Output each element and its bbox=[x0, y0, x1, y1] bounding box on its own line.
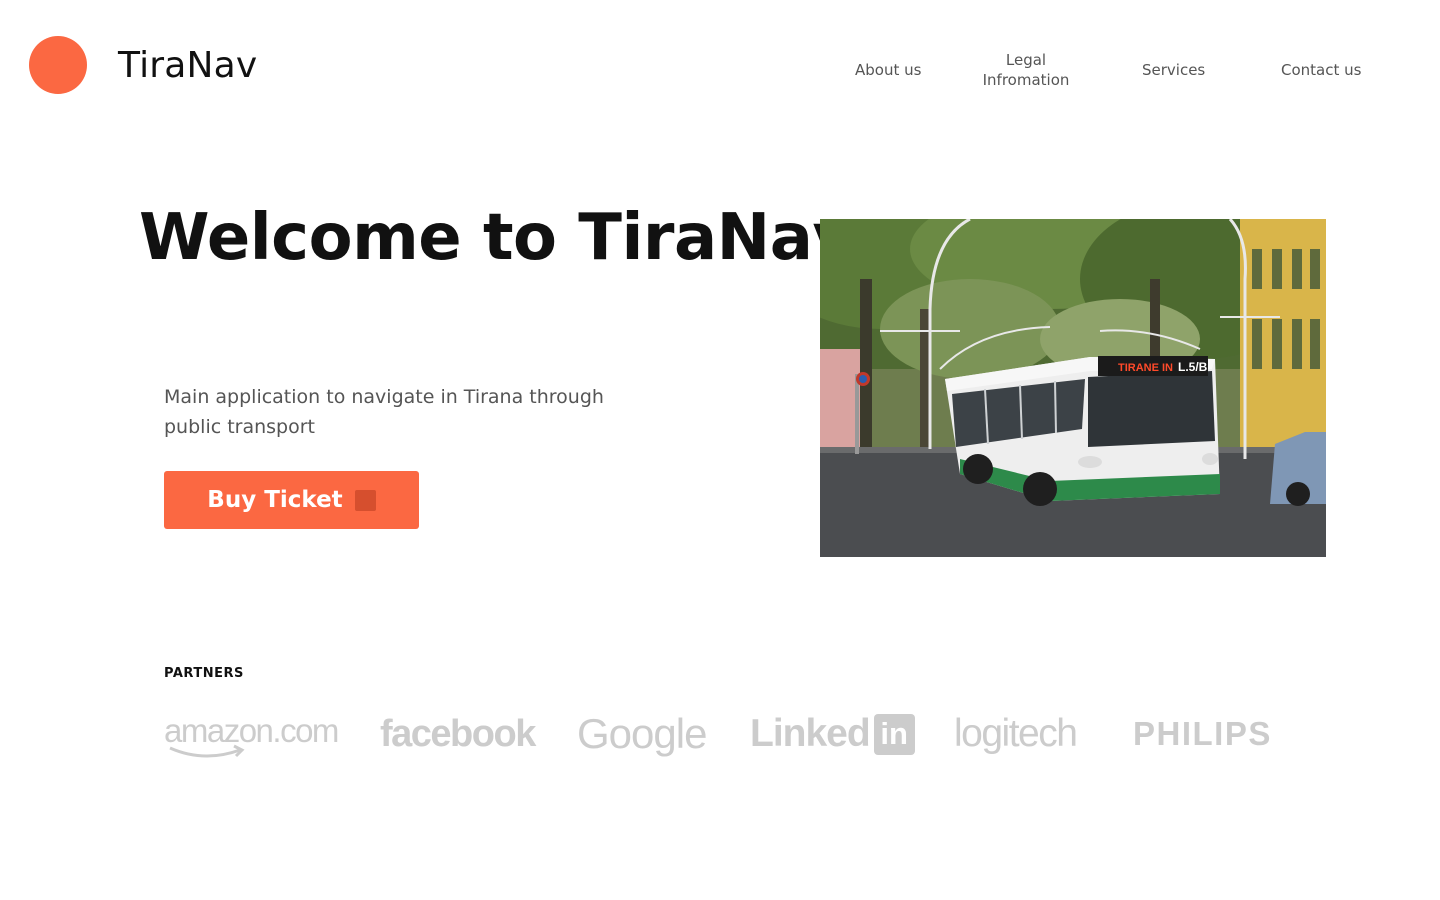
ticket-icon bbox=[354, 489, 376, 511]
nav-services[interactable]: Services bbox=[1142, 60, 1205, 80]
google-logo: Google bbox=[577, 710, 707, 757]
nav-about-us[interactable]: About us bbox=[855, 60, 921, 80]
partners-heading: PARTNERS bbox=[164, 666, 244, 681]
amazon-logo: amazon.com bbox=[164, 708, 340, 760]
buy-ticket-button[interactable]: Buy Ticket bbox=[164, 471, 419, 529]
hero-title: Welcome to TiraNav bbox=[139, 201, 854, 275]
facebook-logo: facebook bbox=[380, 712, 536, 755]
linkedin-logo: Linked in bbox=[750, 708, 915, 760]
bus-destination-sign: TIRANE IN bbox=[1118, 362, 1173, 374]
philips-logo: PHILIPS bbox=[1133, 715, 1272, 752]
amazon-logo-text: amazon.com bbox=[164, 712, 338, 749]
nav-legal-information[interactable]: Legal Infromation bbox=[976, 50, 1076, 90]
bus-route-number: L.5/B bbox=[1178, 360, 1208, 374]
brand-name[interactable]: TiraNav bbox=[118, 42, 257, 90]
logitech-logo: logitech bbox=[954, 712, 1078, 755]
brand-logo-icon[interactable] bbox=[29, 36, 87, 94]
buy-ticket-label: Buy Ticket bbox=[207, 487, 343, 513]
hero-description: Main application to navigate in Tirana t… bbox=[164, 386, 604, 438]
hero-bus-image: TIRANE IN L.5/B bbox=[820, 219, 1326, 557]
linkedin-logo-text: Linked bbox=[750, 712, 871, 755]
nav-contact-us[interactable]: Contact us bbox=[1281, 60, 1361, 80]
linkedin-in-badge: in bbox=[873, 713, 915, 755]
